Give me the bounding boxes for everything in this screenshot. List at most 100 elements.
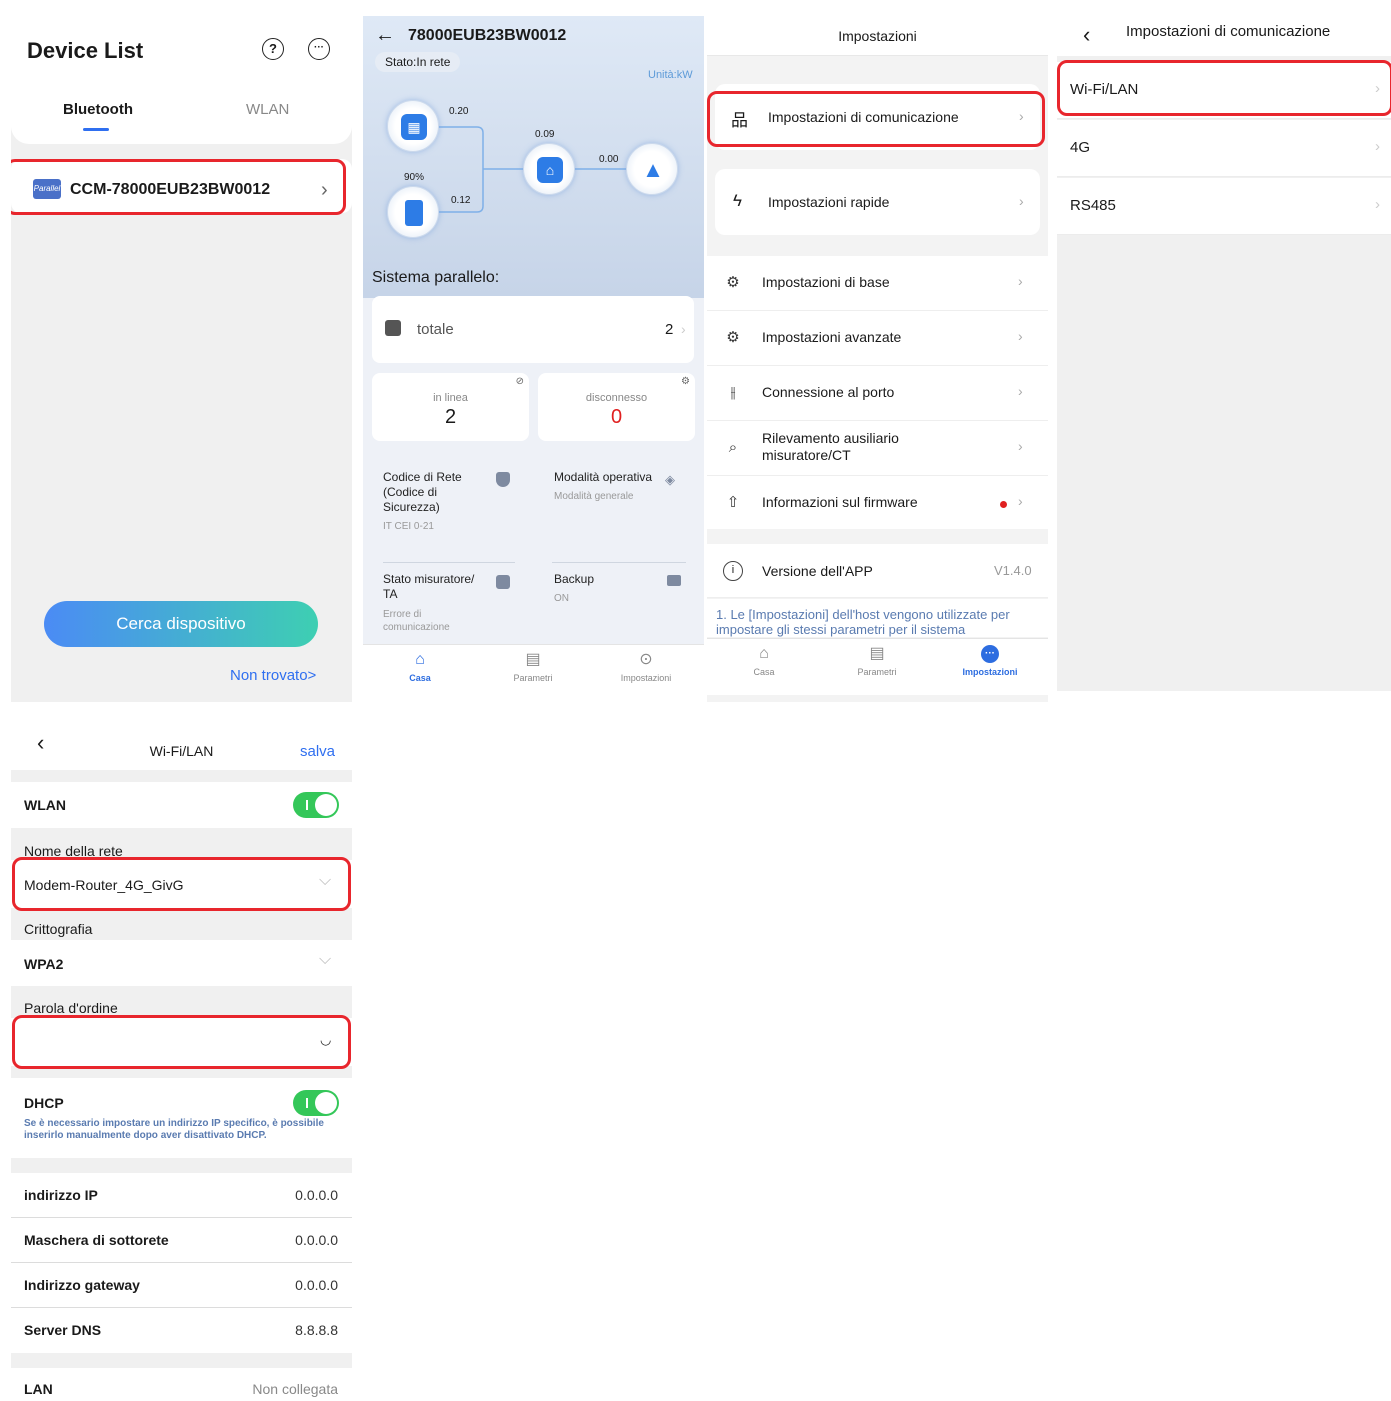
device-home-screen: ← 78000EUB23BW0012 Stato:In rete Unità:k… <box>363 16 704 702</box>
gateway-value[interactable]: 0.0.0.0 <box>295 1277 338 1293</box>
page-title: Impostazioni <box>707 16 1048 56</box>
encryption-field[interactable]: WPA2 ⌵ <box>11 940 352 986</box>
nav-home[interactable]: ⌂ Casa <box>375 651 465 683</box>
advanced-settings-item[interactable]: ⚙ Impostazioni avanzate › <box>707 311 1048 366</box>
nav-label: Parametri <box>513 673 553 683</box>
dns-label: Server DNS <box>24 1322 102 1338</box>
lan-status: Non collegata <box>252 1381 338 1397</box>
meter-search-icon: ⌕ <box>728 439 738 456</box>
highlight-box <box>707 91 1045 147</box>
subnet-value[interactable]: 0.0.0.0 <box>295 1232 338 1248</box>
battery-box-icon <box>667 575 681 586</box>
online-card: ⊘ in linea 2 <box>372 373 529 441</box>
advanced-gear-icon: ⚙ <box>726 329 740 346</box>
nav-parameters[interactable]: ▤ Parametri <box>832 645 922 677</box>
back-chevron-icon[interactable]: ‹ <box>1083 22 1090 48</box>
dns-value[interactable]: 8.8.8.8 <box>295 1322 338 1338</box>
chevron-right-icon: › <box>1018 383 1023 399</box>
total-card[interactable]: totale 2 › <box>372 296 694 363</box>
nav-settings[interactable]: ··· Impostazioni <box>945 645 1035 677</box>
nav-label: Casa <box>753 667 775 677</box>
encryption-value: WPA2 <box>24 956 64 972</box>
grid-code-value: IT CEI 0-21 <box>383 521 434 532</box>
divider <box>383 562 515 563</box>
wifi-lan-screen: ‹ Wi-Fi/LAN salva WLAN Nome della rete M… <box>11 720 352 1401</box>
update-dot <box>1000 501 1007 508</box>
settings-list: ⚙ Impostazioni di base › ⚙ Impostazioni … <box>707 256 1048 529</box>
more-icon[interactable]: ··· <box>308 38 330 60</box>
chevron-right-icon: › <box>1375 196 1380 213</box>
basic-settings-item[interactable]: ⚙ Impostazioni di base › <box>707 256 1048 311</box>
battery-node[interactable] <box>387 186 439 238</box>
nav-settings[interactable]: ⊙ Impostazioni <box>601 651 691 683</box>
offline-value: 0 <box>610 406 623 428</box>
dhcp-toggle[interactable] <box>293 1090 339 1116</box>
nav-label: Parametri <box>857 667 897 677</box>
app-version-row: i Versione dell'APP V1.4.0 <box>707 544 1048 598</box>
nav-parameters[interactable]: ▤ Parametri <box>488 651 578 683</box>
upload-icon: ⇧ <box>726 494 740 511</box>
search-device-button[interactable]: Cerca dispositivo <box>44 601 318 647</box>
battery-icon <box>405 200 423 226</box>
shield-icon <box>496 472 510 487</box>
grid-node[interactable]: ▲ <box>626 143 678 195</box>
section-title: Sistema parallelo: <box>372 269 500 286</box>
password-label: Parola d'ordine <box>24 1000 118 1016</box>
operating-mode-title: Modalità operativa <box>554 470 653 484</box>
meter-status-value: Errore di comunicazione <box>383 609 450 633</box>
dhcp-row: DHCP Se è necessario impostare un indiri… <box>11 1078 352 1158</box>
ip-value[interactable]: 0.0.0.0 <box>295 1187 338 1203</box>
firmware-info-item[interactable]: ⇧ Informazioni sul firmware › <box>707 476 1048 531</box>
ip-label: indirizzo IP <box>24 1187 98 1203</box>
dns-row: Server DNS 8.8.8.8 <box>11 1308 352 1353</box>
gear-icon: ⚙ <box>726 274 740 291</box>
lan-label: LAN <box>24 1381 53 1397</box>
chevron-right-icon: › <box>681 321 686 337</box>
port-connection-item[interactable]: ⫲ Connessione al porto › <box>707 366 1048 421</box>
wlan-label: WLAN <box>24 797 66 813</box>
operating-mode-value: Modalità generale <box>554 491 634 502</box>
item-label: RS485 <box>1070 197 1116 214</box>
home-icon: ⌂ <box>537 157 563 183</box>
home-icon: ⌂ <box>759 645 769 662</box>
subnet-row: Maschera di sottorete 0.0.0.0 <box>11 1218 352 1263</box>
more-circle-icon: ··· <box>981 645 999 663</box>
header: ‹ Impostazioni di comunicazione <box>1057 16 1391 56</box>
rs485-item[interactable]: RS485 › <box>1057 178 1391 235</box>
chevron-right-icon: › <box>1019 193 1024 209</box>
ip-row: indirizzo IP 0.0.0.0 <box>11 1173 352 1218</box>
nav-label: Casa <box>409 673 431 683</box>
not-found-link[interactable]: Non trovato> <box>230 667 316 684</box>
encryption-label: Crittografia <box>24 921 93 937</box>
app-version-value: V1.4.0 <box>994 563 1032 578</box>
save-button[interactable]: salva <box>300 743 335 760</box>
offline-label: disconnesso <box>585 392 648 404</box>
tab-wlan[interactable]: WLAN <box>246 101 289 118</box>
highlight-box <box>12 1015 351 1069</box>
active-tab-indicator <box>83 128 109 131</box>
header: ‹ Wi-Fi/LAN salva <box>11 720 352 770</box>
lightning-icon: ϟ <box>733 191 742 210</box>
divider <box>552 562 686 563</box>
device-list-screen: Device List ? ··· Bluetooth WLAN Paralle… <box>11 16 352 702</box>
nav-home[interactable]: ⌂ Casa <box>719 645 809 677</box>
item-label: Impostazioni di base <box>762 274 890 290</box>
item-label: 4G <box>1070 139 1091 156</box>
help-icon[interactable]: ? <box>262 38 284 60</box>
wlan-toggle[interactable] <box>293 792 339 818</box>
solar-panel-node[interactable]: ▦ <box>387 100 439 152</box>
item-label: Connessione al porto <box>762 384 895 400</box>
offline-card: ⚙ disconnesso 0 <box>538 373 695 441</box>
tab-bluetooth[interactable]: Bluetooth <box>63 101 133 118</box>
bottom-nav: ⌂ Casa ▤ Parametri ··· Impostazioni <box>707 638 1048 695</box>
nav-label: Impostazioni <box>620 673 672 683</box>
4g-item[interactable]: 4G › <box>1057 120 1391 177</box>
meter-ct-detection-item[interactable]: ⌕ Rilevamento ausiliario misuratore/CT › <box>707 421 1048 476</box>
chevron-down-icon[interactable]: ⌵ <box>319 951 331 969</box>
home-power: 0.09 <box>535 129 555 140</box>
chevron-right-icon: › <box>1018 438 1023 454</box>
quick-settings-card[interactable]: ϟ Impostazioni rapide › <box>715 169 1040 235</box>
document-icon: ▤ <box>869 645 885 662</box>
home-node[interactable]: ⌂ <box>523 143 575 195</box>
settings-screen: Impostazioni 品 Impostazioni di comunicaz… <box>707 16 1048 702</box>
